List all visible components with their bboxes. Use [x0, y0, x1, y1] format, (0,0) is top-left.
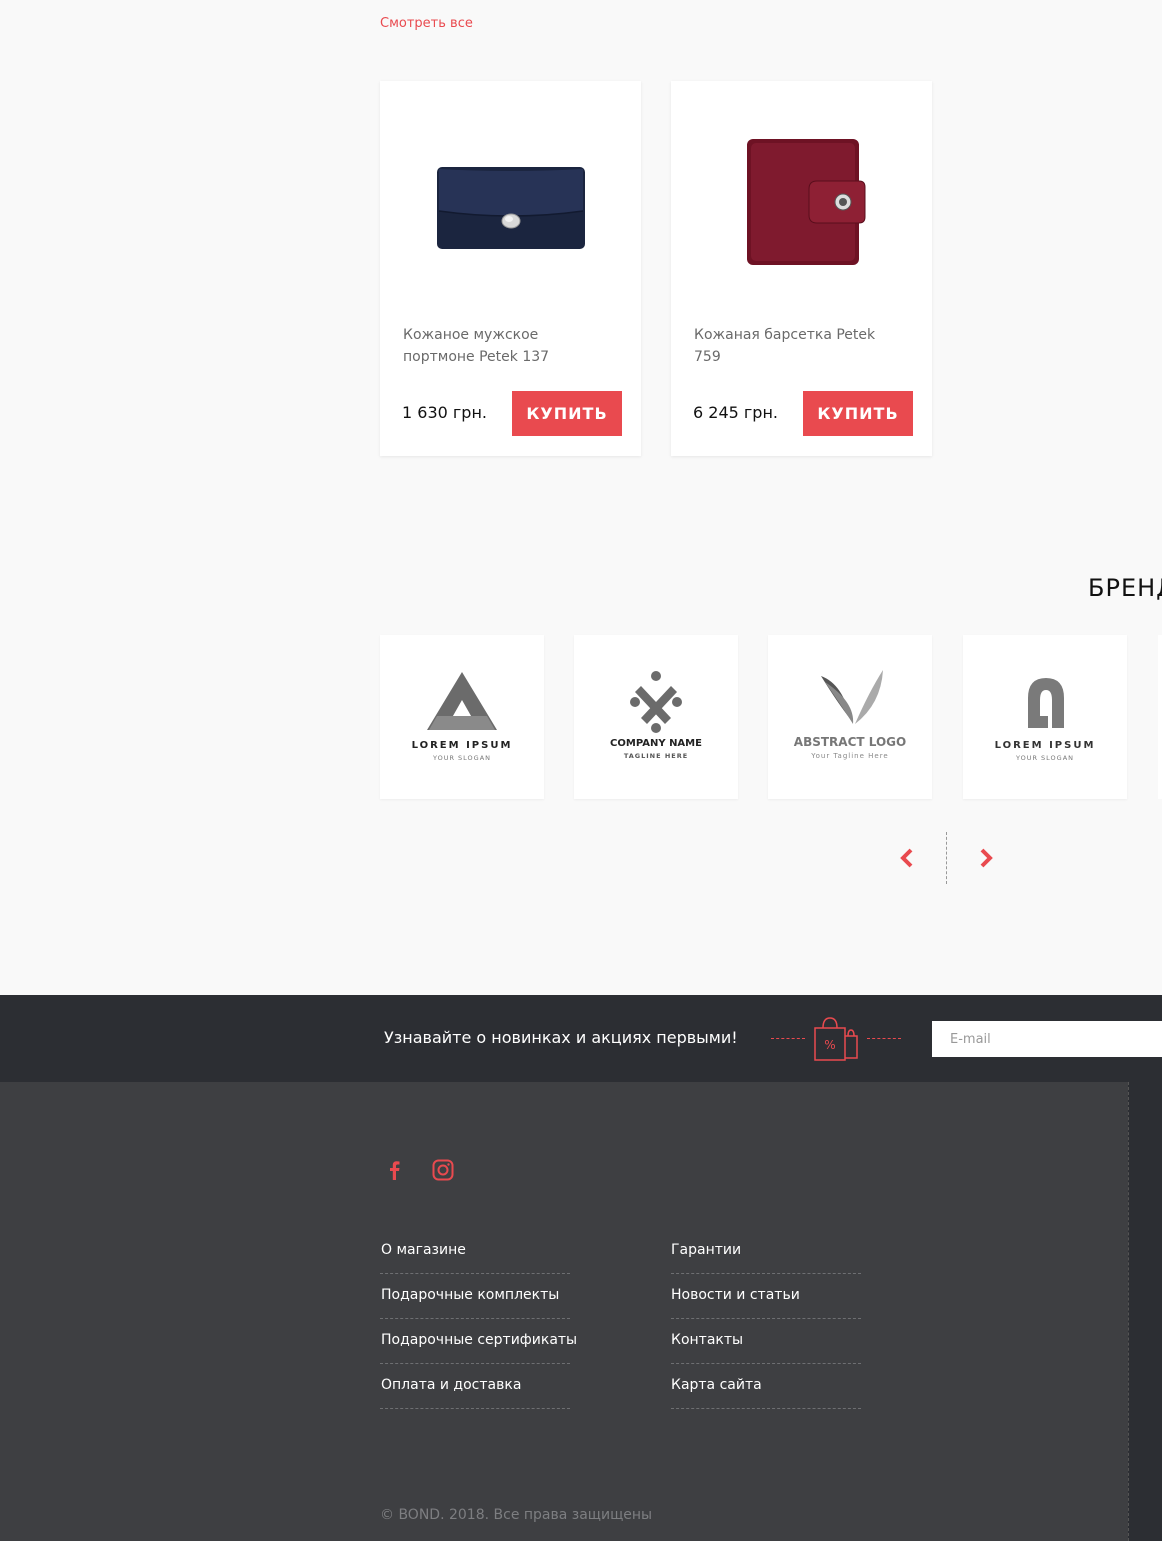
brand-logo[interactable]: LOREM IPSUM YOUR SLOGAN: [963, 635, 1127, 799]
chevron-left-icon: [900, 848, 913, 868]
brand-logo-partial: [1158, 635, 1162, 799]
brands-heading: БРЕНД: [1088, 574, 1162, 602]
brand-name: LOREM IPSUM: [995, 740, 1096, 751]
brand-name: LOREM IPSUM: [412, 740, 513, 751]
shopping-bags-percent-icon: %: [811, 1016, 861, 1066]
product-name[interactable]: Кожаная барсетка Petek 759: [694, 324, 894, 368]
footer-link-gift-sets[interactable]: Подарочные комплекты: [381, 1281, 559, 1326]
email-input[interactable]: [932, 1021, 1162, 1057]
product-price: 6 245 грн.: [693, 403, 778, 422]
footer-link-gift-certificates[interactable]: Подарочные сертификаты: [381, 1326, 577, 1371]
product-card[interactable]: Кожаная барсетка Petek 759 6 245 грн. КУ…: [671, 81, 932, 456]
footer-link-news[interactable]: Новости и статьи: [671, 1281, 800, 1326]
brand-logo[interactable]: LOREM IPSUM YOUR SLOGAN: [380, 635, 544, 799]
footer-link-warranty[interactable]: Гарантии: [671, 1236, 741, 1281]
buy-button[interactable]: КУПИТЬ: [512, 391, 622, 436]
instagram-icon[interactable]: [431, 1158, 455, 1182]
brand-logo[interactable]: ABSTRACT LOGO Your Tagline Here: [768, 635, 932, 799]
divider: [671, 1408, 861, 1409]
brand-tagline: TAGLINE HERE: [624, 752, 688, 760]
footer-side-panel: [1128, 1082, 1162, 1541]
brand-tagline: YOUR SLOGAN: [432, 754, 491, 762]
brand-name: ABSTRACT LOGO: [794, 735, 906, 749]
divider: [671, 1363, 861, 1364]
footer-link-payment-delivery[interactable]: Оплата и доставка: [381, 1371, 521, 1416]
facebook-icon[interactable]: [382, 1158, 406, 1182]
next-arrow-button[interactable]: [974, 845, 1000, 871]
product-card[interactable]: Кожаное мужское портмоне Petek 137 1 630…: [380, 81, 641, 456]
brand-name: COMPANY NAME: [610, 738, 702, 749]
divider: [380, 1273, 570, 1274]
divider: [380, 1363, 570, 1364]
brand-tagline: YOUR SLOGAN: [1015, 754, 1074, 762]
brand-tagline: Your Tagline Here: [810, 752, 888, 760]
svg-text:%: %: [824, 1038, 835, 1052]
see-all-link[interactable]: Смотреть все: [380, 16, 473, 31]
product-image-purse[interactable]: [671, 81, 932, 321]
copyright: © BOND. 2018. Все права защищены: [380, 1507, 653, 1523]
brand-logo[interactable]: COMPANY NAME TAGLINE HERE: [574, 635, 738, 799]
buy-button[interactable]: КУПИТЬ: [803, 391, 913, 436]
footer-link-contacts[interactable]: Контакты: [671, 1326, 743, 1371]
divider: [771, 1038, 805, 1039]
footer: О магазине Подарочные комплекты Подарочн…: [0, 1082, 1162, 1541]
product-image-wallet[interactable]: [380, 81, 641, 321]
divider: [671, 1273, 861, 1274]
divider: [380, 1318, 570, 1319]
subscribe-text: Узнавайте о новинках и акциях первыми!: [384, 1028, 738, 1047]
product-price: 1 630 грн.: [402, 403, 487, 422]
footer-link-sitemap[interactable]: Карта сайта: [671, 1371, 762, 1416]
subscribe-bar: Узнавайте о новинках и акциях первыми! %: [0, 995, 1162, 1082]
divider: [867, 1038, 901, 1039]
slider-divider: [946, 832, 947, 884]
divider: [380, 1408, 570, 1409]
prev-arrow-button[interactable]: [893, 845, 919, 871]
footer-link-about[interactable]: О магазине: [381, 1236, 466, 1281]
divider: [671, 1318, 861, 1319]
chevron-right-icon: [980, 848, 993, 868]
product-name[interactable]: Кожаное мужское портмоне Petek 137: [403, 324, 603, 368]
